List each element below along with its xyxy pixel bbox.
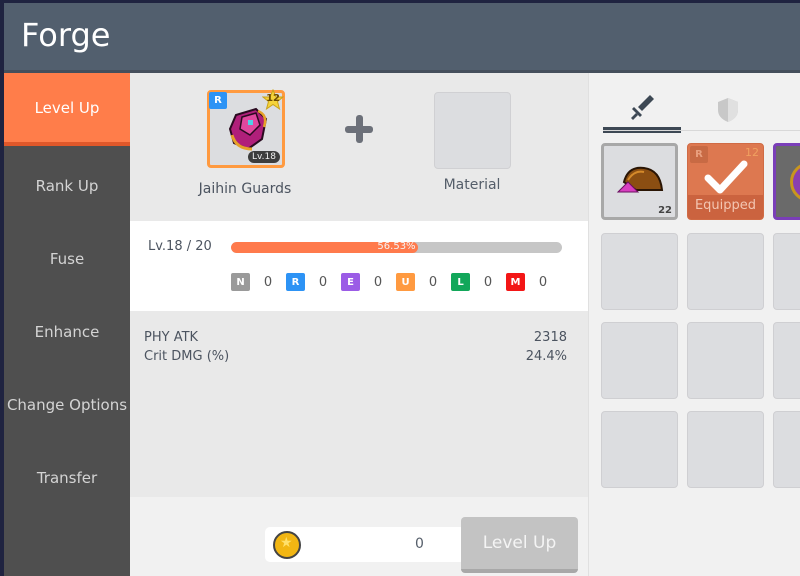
inventory-slot-empty[interactable] — [687, 411, 764, 488]
gold-coin-icon — [273, 531, 301, 559]
stat-name: PHY ATK — [144, 330, 199, 345]
inventory-slot-empty[interactable] — [687, 322, 764, 399]
exp-progress-label: 56.53% — [377, 242, 416, 252]
item-name: Jaihin Guards — [198, 181, 292, 197]
equipped-label: Equipped — [688, 195, 763, 219]
tab-weapons[interactable] — [603, 87, 681, 133]
inventory-slot-empty[interactable] — [773, 233, 800, 310]
inventory-slot-empty[interactable] — [687, 233, 764, 310]
checkmark-icon — [704, 160, 748, 194]
item-quantity: 22 — [658, 205, 672, 216]
sword-icon — [631, 95, 654, 120]
inventory-slot-empty[interactable] — [773, 411, 800, 488]
cost-value: 0 — [415, 536, 424, 552]
inventory-slot-empty[interactable] — [601, 322, 678, 399]
rank-e-badge: E — [341, 273, 360, 291]
star-count: 12 — [266, 93, 280, 104]
stat-name: Crit DMG (%) — [144, 349, 230, 364]
item-level-tag: Lv.18 — [248, 151, 280, 163]
sidebar-item-rank-up[interactable]: Rank Up — [4, 149, 130, 222]
sidebar-item-fuse[interactable]: Fuse — [4, 222, 130, 295]
sidebar-item-transfer[interactable]: Transfer — [4, 441, 130, 514]
level-progress-section: Lv.18 / 20 56.53% N0R0E0U0L0M0 — [130, 221, 588, 311]
inventory-slot-item[interactable] — [773, 143, 800, 220]
target-item-slot[interactable]: R 12 Lv.18 — [207, 89, 285, 168]
stat-row: Crit DMG (%) 24.4% — [144, 349, 567, 364]
page-title: Forge — [21, 16, 111, 54]
inventory-slot-empty[interactable] — [773, 322, 800, 399]
material-label: Material — [443, 177, 501, 193]
inventory-slot-empty[interactable] — [601, 411, 678, 488]
rank-m-badge: M — [506, 273, 525, 291]
forge-window: Forge Level Up Rank Up Fuse Enhance Chan… — [4, 3, 800, 576]
sidebar: Level Up Rank Up Fuse Enhance Change Opt… — [4, 73, 130, 576]
tab-armor[interactable] — [689, 87, 767, 133]
level-text: Lv.18 / 20 — [148, 239, 212, 254]
stats-section: PHY ATK 2318 Crit DMG (%) 24.4% — [130, 311, 588, 497]
rank-u-badge: U — [396, 273, 415, 291]
shield-icon — [718, 98, 738, 122]
inventory-panel: • 22 R 12 Equipped — [588, 73, 800, 576]
tab-divider — [603, 130, 800, 131]
action-bar: 0 Level Up — [130, 497, 588, 576]
rank-n-badge: N — [231, 273, 250, 291]
rank-e-count: 0 — [373, 274, 383, 290]
material-slot[interactable] — [434, 92, 511, 169]
forge-slots: R 12 Lv.18 Jaihin Guards Material — [130, 73, 588, 221]
header: Forge — [4, 3, 800, 73]
sidebar-item-enhance[interactable]: Enhance — [4, 295, 130, 368]
rank-u-count: 0 — [428, 274, 438, 290]
exp-progress-bar: 56.53% — [231, 242, 562, 253]
stat-value: 2318 — [533, 330, 567, 345]
plus-icon — [345, 115, 373, 143]
sidebar-item-level-up[interactable]: Level Up — [4, 73, 130, 146]
sidebar-item-change-options[interactable]: Change Options — [4, 368, 130, 441]
rank-material-counts: N0R0E0U0L0M0 — [231, 273, 561, 291]
inventory-slot-empty[interactable] — [601, 233, 678, 310]
material-pouch-icon — [616, 166, 664, 193]
level-up-button[interactable]: Level Up — [461, 517, 578, 573]
cost-display: 0 — [265, 527, 465, 562]
rank-l-badge: L — [451, 273, 470, 291]
inventory-slot-material[interactable]: 22 — [601, 143, 678, 220]
rank-n-count: 0 — [263, 274, 273, 290]
tab-accessories[interactable]: • — [775, 87, 800, 133]
stat-row: PHY ATK 2318 — [144, 330, 567, 345]
gauntlet-icon — [228, 107, 268, 151]
inventory-slot-equipped[interactable]: R 12 Equipped — [687, 143, 764, 220]
rank-badge: R — [209, 92, 227, 109]
rank-r-count: 0 — [318, 274, 328, 290]
stat-value: 24.4% — [525, 349, 567, 364]
rank-l-count: 0 — [483, 274, 493, 290]
item-art-icon — [790, 162, 800, 202]
rank-m-count: 0 — [538, 274, 548, 290]
rank-r-badge: R — [286, 273, 305, 291]
forge-panel: R 12 Lv.18 Jaihin Guards Material Lv.18 … — [130, 73, 588, 576]
